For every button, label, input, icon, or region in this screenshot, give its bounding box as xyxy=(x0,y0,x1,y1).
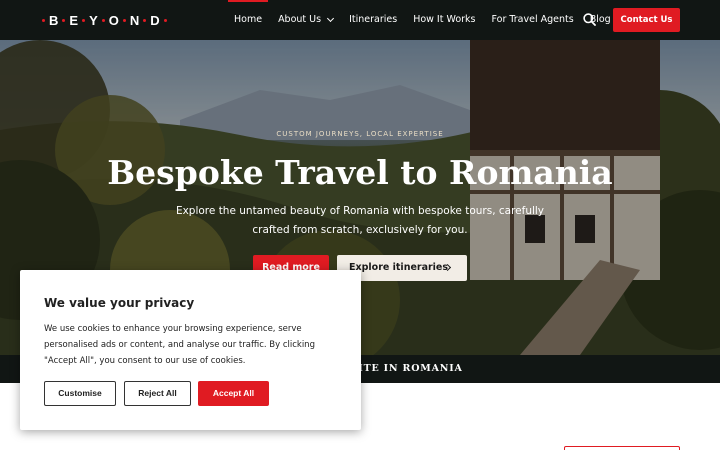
logo-letter: O xyxy=(108,12,119,28)
logo-dot xyxy=(82,18,86,22)
customise-button[interactable]: Customise xyxy=(44,381,116,406)
logo-dot xyxy=(163,18,167,22)
logo-dot xyxy=(122,18,126,22)
nav-item-home[interactable]: Home xyxy=(226,0,270,40)
hero-subtitle: Explore the untamed beauty of Romania wi… xyxy=(175,205,545,236)
logo-dot xyxy=(101,18,105,22)
logo-dot xyxy=(143,18,147,22)
main-nav: Home About Us Itineraries How It Works F… xyxy=(226,0,619,40)
hero-tagline: CUSTOM JOURNEYS, LOCAL EXPERTISE xyxy=(276,130,444,138)
chevron-down-icon xyxy=(327,14,335,23)
logo-dot xyxy=(62,18,66,22)
reject-all-button[interactable]: Reject All xyxy=(124,381,191,406)
site-header: B E Y O N D Home About Us Itineraries Ho… xyxy=(0,0,720,40)
logo-letter: D xyxy=(150,12,160,28)
explore-itineraries-label: Explore itineraries xyxy=(349,262,449,273)
hero-title: Bespoke Travel to Romania xyxy=(107,153,613,192)
info-strip-text: -SITE IN ROMANIA xyxy=(346,363,463,374)
cookie-consent-dialog: We value your privacy We use cookies to … xyxy=(20,270,361,430)
accept-all-button[interactable]: Accept All xyxy=(198,381,269,406)
logo-letter: E xyxy=(69,12,79,28)
cookie-dialog-title: We value your privacy xyxy=(44,296,195,310)
search-icon[interactable] xyxy=(583,13,596,26)
cookie-dialog-body: We use cookies to enhance your browsing … xyxy=(44,324,315,366)
logo-letter: Y xyxy=(89,12,98,28)
contact-us-button[interactable]: Contact Us xyxy=(613,8,680,32)
outlined-button[interactable] xyxy=(564,446,680,450)
nav-item-for-travel-agents[interactable]: For Travel Agents xyxy=(484,0,582,40)
nav-item-itineraries[interactable]: Itineraries xyxy=(341,0,405,40)
logo-dot xyxy=(42,18,45,22)
beyond-logo[interactable]: B E Y O N D xyxy=(42,12,167,28)
logo-letter: B xyxy=(49,12,59,28)
page: B E Y O N D Home About Us Itineraries Ho… xyxy=(0,0,720,450)
nav-item-about-us[interactable]: About Us xyxy=(270,0,341,40)
nav-item-how-it-works[interactable]: How It Works xyxy=(405,0,483,40)
nav-item-label: About Us xyxy=(278,14,322,25)
logo-letter: N xyxy=(129,12,140,28)
